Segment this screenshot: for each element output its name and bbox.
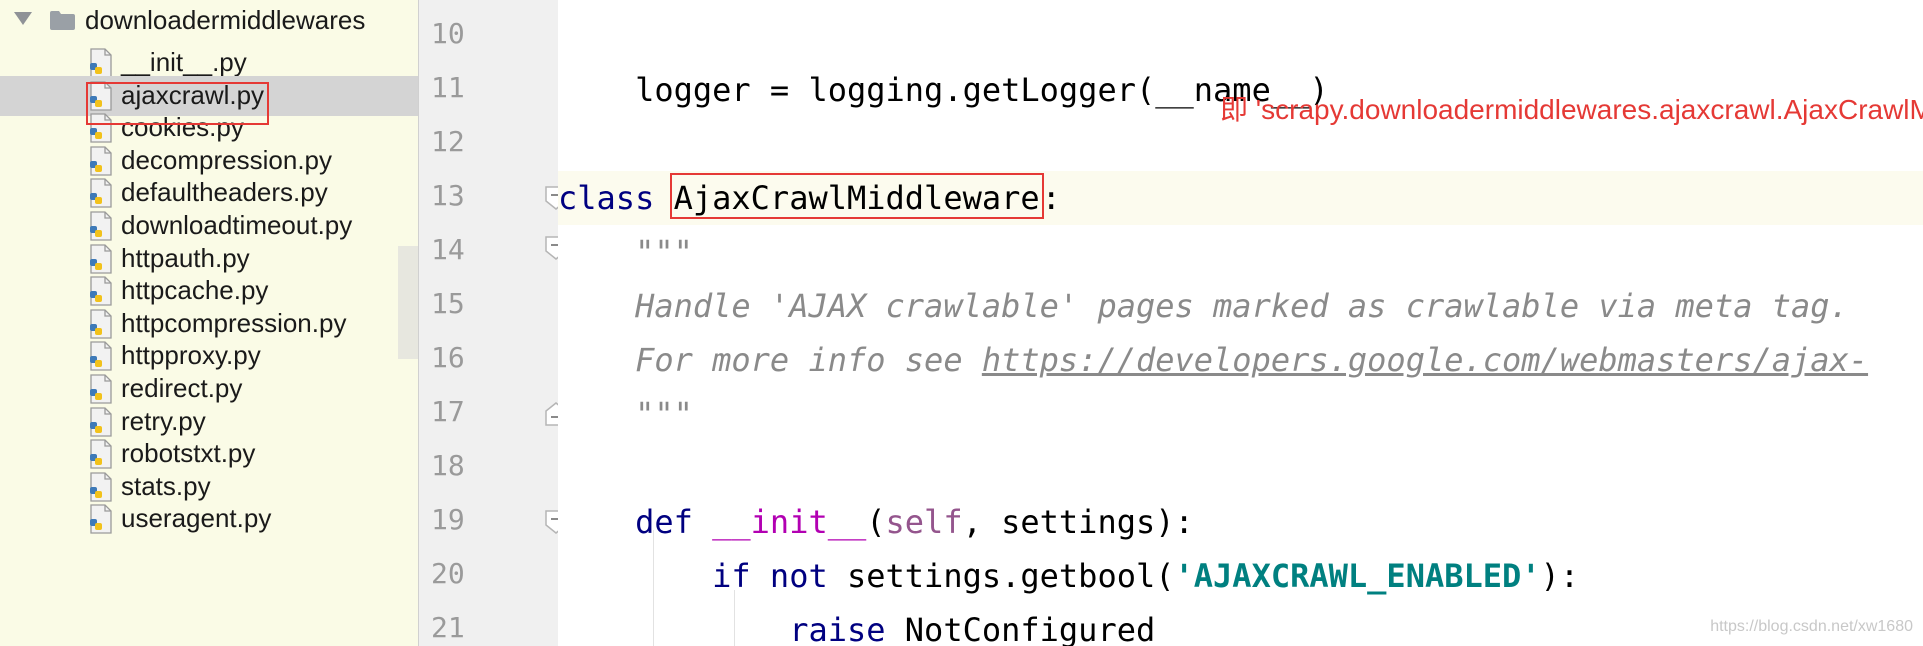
self-param: self: [885, 503, 963, 541]
line-number: 13: [431, 179, 465, 212]
python-file-icon: [90, 80, 112, 111]
project-tree: downloadermiddlewares __init__.py ajaxcra…: [0, 0, 418, 646]
file-label: redirect.py: [121, 373, 243, 403]
line-number: 17: [431, 395, 465, 428]
method-name: __init__: [712, 503, 867, 541]
folder-icon: [50, 11, 75, 30]
python-file-icon: [90, 178, 112, 209]
docstring-text: Handle 'AJAX crawlable' pages marked as …: [558, 287, 1849, 325]
file-label: httpproxy.py: [121, 340, 261, 371]
string-literal: 'AJAXCRAWL_ENABLED': [1174, 557, 1541, 595]
red-annotation: 即 'scrapy.downloadermiddlewares.ajaxcraw…: [1220, 94, 1923, 125]
file-label: httpcompression.py: [121, 307, 347, 338]
file-label: __init__.py: [121, 47, 247, 77]
folder-row-downloadermiddlewares[interactable]: downloadermiddlewares: [0, 2, 418, 42]
python-file-icon: [90, 211, 112, 241]
line-number: 18: [431, 449, 465, 482]
docstring-open: """: [558, 233, 693, 271]
keyword-if: if: [712, 557, 751, 595]
file-label: defaultheaders.py: [121, 177, 328, 208]
paren: (: [866, 503, 886, 541]
line-number: 15: [431, 287, 465, 320]
sidebar-scrollbar[interactable]: [398, 246, 418, 359]
docstring-link[interactable]: https://developers.google.com/webmasters…: [982, 341, 1868, 379]
file-row[interactable]: useragent.py: [0, 499, 418, 539]
line-number: 16: [431, 341, 465, 374]
file-label: downloadtimeout.py: [121, 210, 353, 240]
code-line-13[interactable]: class AjaxCrawlMiddleware:: [558, 171, 1923, 225]
python-file-icon: [90, 243, 112, 274]
line-number: 21: [431, 611, 465, 644]
params: , settings):: [962, 503, 1194, 541]
file-label: cookies.py: [121, 112, 244, 143]
code-line-19[interactable]: def __init__(self, settings):: [558, 495, 1923, 549]
keyword-raise: raise: [789, 611, 886, 646]
python-file-icon: [90, 309, 112, 339]
line-number: 11: [431, 71, 465, 104]
file-label: ajaxcrawl.py: [121, 79, 265, 110]
class-name-highlight: AjaxCrawlMiddleware: [669, 173, 1044, 219]
line-number: 19: [431, 503, 465, 536]
python-file-icon: [90, 374, 112, 404]
docstring-text: For more info see: [558, 341, 982, 379]
python-file-icon: [90, 146, 112, 176]
code-line-17[interactable]: """: [558, 387, 1923, 441]
keyword-def: def: [635, 503, 693, 541]
line-number: 14: [431, 233, 465, 266]
python-file-icon: [90, 439, 112, 469]
file-label: useragent.py: [121, 503, 272, 534]
watermark: https://blog.csdn.net/xw1680: [1710, 618, 1913, 635]
code-line-20[interactable]: if not settings.getbool('AJAXCRAWL_ENABL…: [558, 549, 1923, 603]
code-line-15[interactable]: Handle 'AJAX crawlable' pages marked as …: [558, 279, 1923, 333]
colon: :: [1041, 179, 1061, 217]
python-file-icon: [90, 504, 112, 535]
code-text: NotConfigured: [885, 611, 1156, 646]
python-file-icon: [90, 406, 112, 437]
python-file-icon: [90, 48, 112, 78]
line-number: 10: [431, 17, 465, 50]
code-line-16[interactable]: For more info see https://developers.goo…: [558, 333, 1923, 387]
python-file-icon: [90, 472, 112, 502]
file-label: stats.py: [121, 470, 211, 501]
line-number: 20: [431, 557, 465, 590]
python-file-icon: [90, 276, 112, 306]
keyword-class: class: [558, 179, 655, 217]
file-label: httpauth.py: [121, 242, 250, 273]
file-label: robotstxt.py: [121, 438, 256, 469]
line-number: 12: [431, 125, 465, 158]
keyword-not: not: [769, 557, 828, 595]
file-label: httpcache.py: [121, 275, 269, 306]
code-line-14[interactable]: """: [558, 225, 1923, 279]
code-text: ):: [1540, 557, 1580, 595]
code-line-10[interactable]: logger = logging.getLogger(__name__): [558, 9, 1923, 109]
code-editor[interactable]: logger = logging.getLogger(__name__) 即 '…: [558, 0, 1923, 646]
file-label: decompression.py: [121, 144, 332, 175]
indent-guide: [653, 530, 654, 646]
code-text: settings.getbool(: [827, 557, 1175, 595]
folder-label: downloadermiddlewares: [85, 5, 366, 35]
docstring-close: """: [558, 395, 693, 433]
expand-arrow-icon[interactable]: [14, 12, 32, 25]
editor-gutter: 10 11 12 13 14 15 16 17 18 19 20 21: [418, 0, 567, 646]
indent-guide: [734, 590, 735, 646]
file-label: retry.py: [121, 405, 206, 436]
python-file-icon: [90, 113, 112, 143]
class-name: AjaxCrawlMiddleware: [673, 179, 1040, 217]
python-file-icon: [90, 341, 112, 372]
